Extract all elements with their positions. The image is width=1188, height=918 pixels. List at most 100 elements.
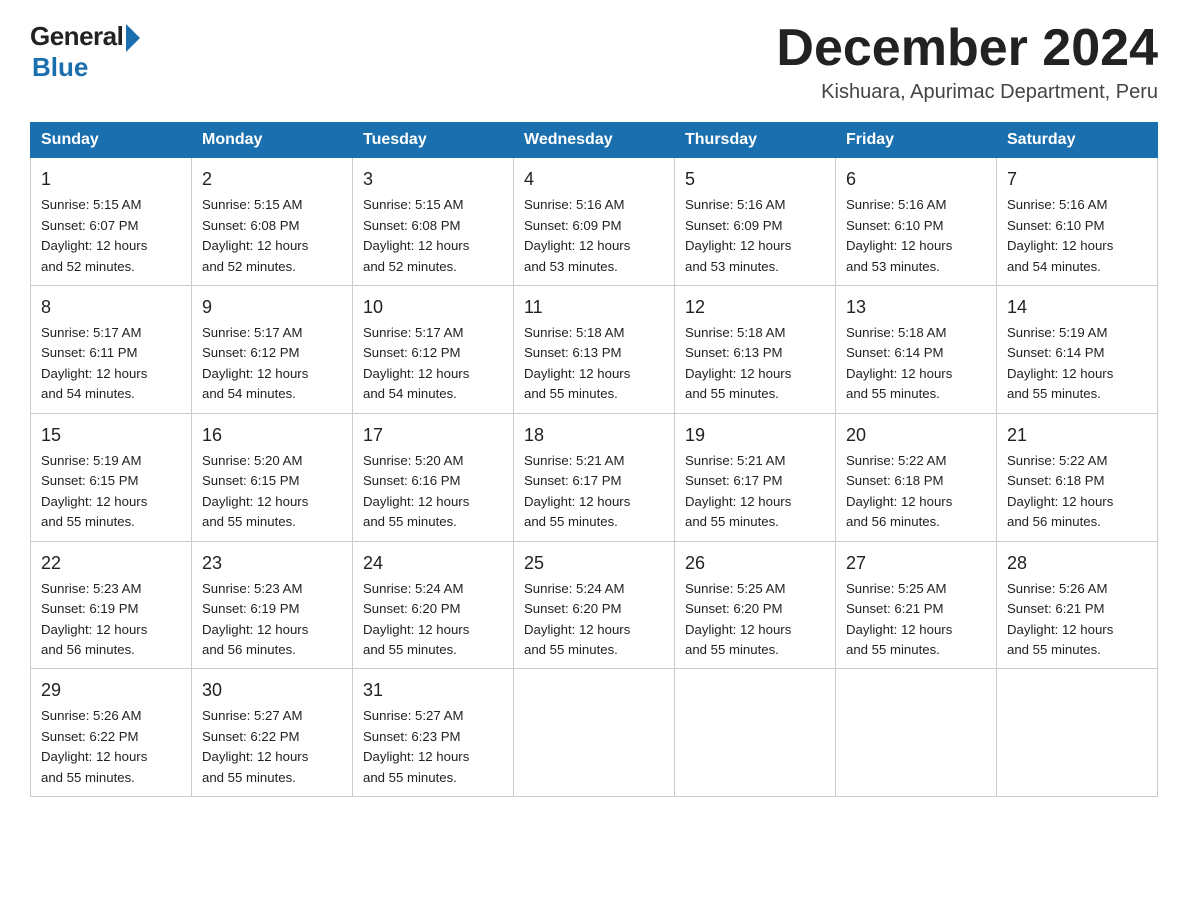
table-row: 15 Sunrise: 5:19 AM Sunset: 6:15 PM Dayl… [31,413,192,541]
logo: General Blue [30,20,140,83]
day-info: Sunrise: 5:18 AM Sunset: 6:13 PM Dayligh… [524,323,664,405]
logo-blue-text: Blue [32,52,88,83]
day-info: Sunrise: 5:15 AM Sunset: 6:07 PM Dayligh… [41,195,181,277]
day-number: 10 [363,294,503,321]
day-info: Sunrise: 5:17 AM Sunset: 6:11 PM Dayligh… [41,323,181,405]
day-number: 25 [524,550,664,577]
table-row [836,669,997,797]
page-subtitle: Kishuara, Apurimac Department, Peru [776,81,1158,104]
logo-general-text: General [30,21,123,52]
day-info: Sunrise: 5:25 AM Sunset: 6:21 PM Dayligh… [846,579,986,661]
table-row: 19 Sunrise: 5:21 AM Sunset: 6:17 PM Dayl… [675,413,836,541]
day-info: Sunrise: 5:27 AM Sunset: 6:22 PM Dayligh… [202,706,342,788]
header-sunday: Sunday [31,123,192,158]
calendar-week-row: 1 Sunrise: 5:15 AM Sunset: 6:07 PM Dayli… [31,158,1158,286]
day-info: Sunrise: 5:23 AM Sunset: 6:19 PM Dayligh… [41,579,181,661]
page-title: December 2024 [776,20,1158,77]
table-row [997,669,1158,797]
day-info: Sunrise: 5:20 AM Sunset: 6:16 PM Dayligh… [363,451,503,533]
day-number: 11 [524,294,664,321]
table-row: 26 Sunrise: 5:25 AM Sunset: 6:20 PM Dayl… [675,541,836,669]
day-number: 13 [846,294,986,321]
day-number: 26 [685,550,825,577]
header-tuesday: Tuesday [353,123,514,158]
day-info: Sunrise: 5:23 AM Sunset: 6:19 PM Dayligh… [202,579,342,661]
day-number: 8 [41,294,181,321]
day-number: 12 [685,294,825,321]
day-number: 23 [202,550,342,577]
calendar-table: Sunday Monday Tuesday Wednesday Thursday… [30,122,1158,797]
day-number: 22 [41,550,181,577]
day-number: 28 [1007,550,1147,577]
table-row: 27 Sunrise: 5:25 AM Sunset: 6:21 PM Dayl… [836,541,997,669]
day-number: 20 [846,422,986,449]
day-info: Sunrise: 5:21 AM Sunset: 6:17 PM Dayligh… [524,451,664,533]
header-saturday: Saturday [997,123,1158,158]
table-row [514,669,675,797]
table-row: 31 Sunrise: 5:27 AM Sunset: 6:23 PM Dayl… [353,669,514,797]
day-number: 14 [1007,294,1147,321]
day-info: Sunrise: 5:25 AM Sunset: 6:20 PM Dayligh… [685,579,825,661]
day-number: 16 [202,422,342,449]
title-block: December 2024 Kishuara, Apurimac Departm… [776,20,1158,104]
table-row: 5 Sunrise: 5:16 AM Sunset: 6:09 PM Dayli… [675,158,836,286]
day-number: 27 [846,550,986,577]
table-row: 21 Sunrise: 5:22 AM Sunset: 6:18 PM Dayl… [997,413,1158,541]
day-number: 3 [363,166,503,193]
day-info: Sunrise: 5:24 AM Sunset: 6:20 PM Dayligh… [363,579,503,661]
calendar-header-row: Sunday Monday Tuesday Wednesday Thursday… [31,123,1158,158]
table-row: 22 Sunrise: 5:23 AM Sunset: 6:19 PM Dayl… [31,541,192,669]
table-row: 18 Sunrise: 5:21 AM Sunset: 6:17 PM Dayl… [514,413,675,541]
table-row: 20 Sunrise: 5:22 AM Sunset: 6:18 PM Dayl… [836,413,997,541]
day-info: Sunrise: 5:15 AM Sunset: 6:08 PM Dayligh… [202,195,342,277]
table-row: 7 Sunrise: 5:16 AM Sunset: 6:10 PM Dayli… [997,158,1158,286]
table-row: 10 Sunrise: 5:17 AM Sunset: 6:12 PM Dayl… [353,286,514,414]
day-number: 1 [41,166,181,193]
day-info: Sunrise: 5:17 AM Sunset: 6:12 PM Dayligh… [363,323,503,405]
table-row: 23 Sunrise: 5:23 AM Sunset: 6:19 PM Dayl… [192,541,353,669]
day-info: Sunrise: 5:16 AM Sunset: 6:10 PM Dayligh… [846,195,986,277]
day-info: Sunrise: 5:21 AM Sunset: 6:17 PM Dayligh… [685,451,825,533]
logo-triangle-icon [126,24,140,52]
day-info: Sunrise: 5:16 AM Sunset: 6:09 PM Dayligh… [685,195,825,277]
table-row: 12 Sunrise: 5:18 AM Sunset: 6:13 PM Dayl… [675,286,836,414]
table-row: 29 Sunrise: 5:26 AM Sunset: 6:22 PM Dayl… [31,669,192,797]
page-header: General Blue December 2024 Kishuara, Apu… [30,20,1158,104]
table-row: 24 Sunrise: 5:24 AM Sunset: 6:20 PM Dayl… [353,541,514,669]
table-row: 11 Sunrise: 5:18 AM Sunset: 6:13 PM Dayl… [514,286,675,414]
day-info: Sunrise: 5:18 AM Sunset: 6:13 PM Dayligh… [685,323,825,405]
day-number: 29 [41,677,181,704]
day-number: 30 [202,677,342,704]
day-number: 19 [685,422,825,449]
day-number: 4 [524,166,664,193]
day-info: Sunrise: 5:22 AM Sunset: 6:18 PM Dayligh… [1007,451,1147,533]
day-info: Sunrise: 5:20 AM Sunset: 6:15 PM Dayligh… [202,451,342,533]
table-row: 25 Sunrise: 5:24 AM Sunset: 6:20 PM Dayl… [514,541,675,669]
table-row: 17 Sunrise: 5:20 AM Sunset: 6:16 PM Dayl… [353,413,514,541]
day-number: 24 [363,550,503,577]
day-info: Sunrise: 5:26 AM Sunset: 6:22 PM Dayligh… [41,706,181,788]
table-row: 6 Sunrise: 5:16 AM Sunset: 6:10 PM Dayli… [836,158,997,286]
calendar-week-row: 8 Sunrise: 5:17 AM Sunset: 6:11 PM Dayli… [31,286,1158,414]
day-number: 31 [363,677,503,704]
header-friday: Friday [836,123,997,158]
table-row: 2 Sunrise: 5:15 AM Sunset: 6:08 PM Dayli… [192,158,353,286]
day-info: Sunrise: 5:27 AM Sunset: 6:23 PM Dayligh… [363,706,503,788]
header-wednesday: Wednesday [514,123,675,158]
table-row: 30 Sunrise: 5:27 AM Sunset: 6:22 PM Dayl… [192,669,353,797]
table-row: 16 Sunrise: 5:20 AM Sunset: 6:15 PM Dayl… [192,413,353,541]
header-thursday: Thursday [675,123,836,158]
table-row: 8 Sunrise: 5:17 AM Sunset: 6:11 PM Dayli… [31,286,192,414]
day-info: Sunrise: 5:17 AM Sunset: 6:12 PM Dayligh… [202,323,342,405]
table-row: 1 Sunrise: 5:15 AM Sunset: 6:07 PM Dayli… [31,158,192,286]
day-info: Sunrise: 5:26 AM Sunset: 6:21 PM Dayligh… [1007,579,1147,661]
day-number: 9 [202,294,342,321]
table-row [675,669,836,797]
day-number: 5 [685,166,825,193]
table-row: 14 Sunrise: 5:19 AM Sunset: 6:14 PM Dayl… [997,286,1158,414]
table-row: 13 Sunrise: 5:18 AM Sunset: 6:14 PM Dayl… [836,286,997,414]
table-row: 28 Sunrise: 5:26 AM Sunset: 6:21 PM Dayl… [997,541,1158,669]
day-info: Sunrise: 5:16 AM Sunset: 6:10 PM Dayligh… [1007,195,1147,277]
day-info: Sunrise: 5:18 AM Sunset: 6:14 PM Dayligh… [846,323,986,405]
day-number: 7 [1007,166,1147,193]
